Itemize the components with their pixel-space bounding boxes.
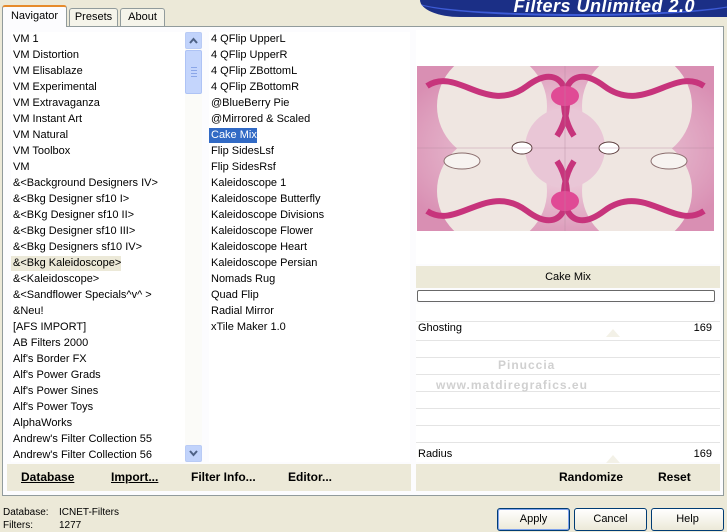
filter-preview-image (417, 66, 714, 231)
scroll-down-button[interactable] (185, 445, 202, 462)
category-list-item[interactable]: VM Distortion (11, 48, 79, 63)
category-list-item[interactable]: Alf's Power Sines (11, 384, 98, 399)
tab-navigator[interactable]: Navigator (2, 5, 67, 27)
watermark-name: Pinuccia (498, 358, 556, 372)
filter-info-button[interactable]: Filter Info... (191, 470, 256, 484)
reset-button[interactable]: Reset (658, 470, 691, 484)
category-list-item[interactable]: VM Toolbox (11, 144, 70, 159)
category-list-item[interactable]: &<Bkg Kaleidoscope> (11, 256, 122, 271)
category-list-item[interactable]: &<Bkg Designers sf10 IV> (11, 240, 142, 255)
database-label: Database: (3, 507, 49, 518)
filter-list-item[interactable]: Flip SidesRsf (209, 160, 276, 175)
filters-count-value: 1277 (59, 520, 82, 531)
filter-parameters: Ghosting 169 Pinuccia www.matdiregrafics… (416, 304, 720, 463)
database-value: ICNET-Filters (59, 507, 119, 518)
randomize-button[interactable]: Randomize (559, 470, 623, 484)
preview-area (416, 30, 720, 264)
import-button-label: Import... (111, 470, 159, 484)
filter-list-item[interactable]: Kaleidoscope Persian (209, 256, 317, 271)
filter-list-item[interactable]: @Mirrored & Scaled (209, 112, 310, 127)
progress-bar (417, 290, 715, 302)
category-list-item[interactable]: Alf's Power Grads (11, 368, 101, 383)
param-value-radius: 169 (693, 448, 712, 460)
database-button[interactable]: Database (21, 470, 74, 484)
filter-list-item[interactable]: Cake Mix (209, 128, 257, 143)
watermark-url: www.matdiregrafics.eu (436, 378, 588, 392)
category-list-item[interactable]: VM 1 (11, 32, 39, 47)
category-list-item[interactable]: VM Elisablaze (11, 64, 83, 79)
chevron-up-icon (189, 37, 198, 44)
database-button-label: Database (21, 470, 75, 484)
param-label-radius: Radius (418, 448, 453, 460)
selected-filter-name: Cake Mix (416, 266, 720, 288)
filter-list[interactable]: 4 QFlip UpperL 4 QFlip UpperR 4 QFlip ZBot… (209, 32, 410, 462)
filter-list-item[interactable]: Kaleidoscope Divisions (209, 208, 324, 223)
ghosting-slider[interactable] (606, 328, 620, 337)
category-list-item[interactable]: AB Filters 2000 (11, 336, 88, 351)
category-list-item[interactable]: Andrew's Filter Collection 55 (11, 432, 152, 447)
cancel-button[interactable]: Cancel (574, 508, 647, 531)
category-list-item[interactable]: Alf's Power Toys (11, 400, 93, 415)
category-list-item[interactable]: VM Extravaganza (11, 96, 100, 111)
param-label-ghosting: Ghosting (418, 322, 463, 334)
app-banner: Filters Unlimited 2.0 (420, 0, 727, 17)
scroll-up-button[interactable] (185, 32, 202, 49)
filter-list-item[interactable]: 4 QFlip UpperR (209, 48, 287, 63)
tab-about[interactable]: About (120, 8, 165, 26)
category-list-item[interactable]: &<Bkg Designer sf10 I> (11, 192, 129, 207)
category-list-item[interactable]: Alf's Border FX (11, 352, 87, 367)
import-button[interactable]: Import... (111, 470, 158, 484)
category-list-item[interactable]: &<Background Designers IV> (11, 176, 158, 191)
editor-button[interactable]: Editor... (288, 470, 332, 484)
param-value-ghosting: 169 (693, 322, 712, 334)
category-list-item[interactable]: AlphaWorks (11, 416, 72, 431)
right-button-bar: Randomize Reset (416, 464, 720, 491)
chevron-down-icon (189, 450, 198, 457)
filter-list-item[interactable]: @BlueBerry Pie (209, 96, 289, 111)
filter-list-item[interactable]: Kaleidoscope Heart (209, 240, 307, 255)
scroll-thumb[interactable] (185, 50, 202, 94)
filters-count-label: Filters: (3, 520, 33, 531)
apply-button[interactable]: Apply (497, 508, 570, 531)
filter-list-item[interactable]: Quad Flip (209, 288, 259, 303)
filter-list-item[interactable]: 4 QFlip ZBottomL (209, 64, 297, 79)
category-list-item[interactable]: Andrew's Filter Collection 56 (11, 448, 152, 462)
category-list-item[interactable]: VM (11, 160, 30, 175)
filter-list-item[interactable]: 4 QFlip UpperL (209, 32, 286, 47)
help-button[interactable]: Help (651, 508, 724, 531)
category-list-item[interactable]: &<Sandflower Specials^v^ > (11, 288, 152, 303)
category-list-item[interactable]: &<Kaleidoscope> (11, 272, 99, 287)
category-list[interactable]: VM 1 VM Distortion VM Elisablaze VM Experim… (11, 32, 185, 462)
category-list-item[interactable]: &Neu! (11, 304, 44, 319)
category-list-item[interactable]: &<Bkg Designer sf10 III> (11, 224, 135, 239)
category-list-item[interactable]: VM Experimental (11, 80, 97, 95)
filter-list-item[interactable]: Nomads Rug (209, 272, 275, 287)
app-title: Filters Unlimited 2.0 (513, 0, 695, 16)
tab-presets[interactable]: Presets (69, 8, 118, 26)
category-list-item[interactable]: [AFS IMPORT] (11, 320, 86, 335)
category-scrollbar[interactable] (185, 32, 202, 462)
left-button-bar: Database Import... Filter Info... Editor… (7, 464, 411, 491)
filter-list-item[interactable]: Kaleidoscope Butterfly (209, 192, 320, 207)
filter-list-item[interactable]: Kaleidoscope 1 (209, 176, 286, 191)
category-list-item[interactable]: &<BKg Designer sf10 II> (11, 208, 134, 223)
filter-list-item[interactable]: 4 QFlip ZBottomR (209, 80, 299, 95)
category-list-item[interactable]: VM Instant Art (11, 112, 82, 127)
filter-list-item[interactable]: Radial Mirror (209, 304, 274, 319)
filter-list-item[interactable]: Flip SidesLsf (209, 144, 274, 159)
filter-list-item[interactable]: xTile Maker 1.0 (209, 320, 286, 335)
category-list-item[interactable]: VM Natural (11, 128, 68, 143)
status-footer: Database: ICNET-Filters Filters: 1277 (3, 506, 119, 532)
radius-slider[interactable] (606, 454, 620, 463)
filter-list-item[interactable]: Kaleidoscope Flower (209, 224, 313, 239)
